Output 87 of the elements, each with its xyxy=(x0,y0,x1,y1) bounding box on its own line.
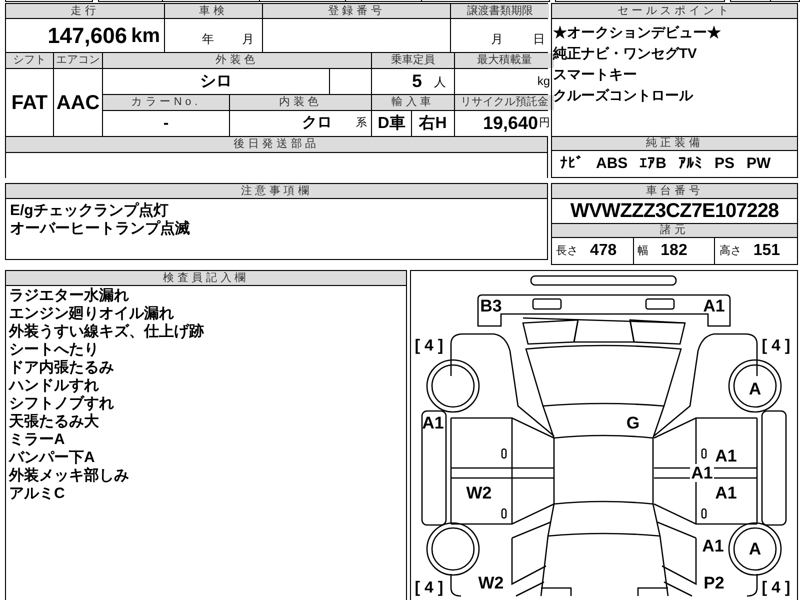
recycling-fee-value: 19,640 xyxy=(482,112,538,135)
damage-code: A xyxy=(748,380,762,398)
spec-label: 幅 xyxy=(638,244,649,259)
inspector-note: ドア内張たるみ xyxy=(9,359,115,377)
tread-depth: [ 4 ] xyxy=(414,580,444,596)
unit-label: 年 xyxy=(202,31,214,48)
note-line: オーバーヒートランプ点滅 xyxy=(10,220,191,238)
inspector-note: 外装うすい線キズ、仕上げ跡 xyxy=(9,323,205,341)
damage-code: P2 xyxy=(704,574,724,592)
color-value: シロ xyxy=(200,72,232,92)
field-label: 検査員記入欄 xyxy=(6,271,406,286)
field-label: 登録番号 xyxy=(263,4,450,18)
tread-depth: [ 4 ] xyxy=(762,338,790,354)
damage-code: A1 xyxy=(715,484,737,502)
inspector-note: 天張たるみ大 xyxy=(9,413,100,431)
equipment-item: ABS xyxy=(596,154,628,174)
damage-code: A1 xyxy=(703,296,725,316)
damage-code: A1 xyxy=(715,446,737,466)
unit-label: kg xyxy=(537,73,550,90)
field-label: 内装色 xyxy=(230,95,371,110)
inspector-note: バンパー下A xyxy=(9,449,96,467)
field-label: 諸元 xyxy=(552,224,797,238)
damage-code: W2 xyxy=(478,574,504,592)
equipment-item: PS xyxy=(714,154,735,174)
equipment-item: ｴｱB xyxy=(640,154,667,174)
damage-code: A1 xyxy=(422,414,444,432)
field-label: 輸入車 xyxy=(372,95,454,110)
import-dealer-value: D車 xyxy=(378,114,406,134)
field-label: 車台番号 xyxy=(552,184,797,199)
capacity-value: 5 xyxy=(412,70,422,93)
field-label: 外装色 xyxy=(103,53,371,68)
note-line: E/gチェックランプ点灯 xyxy=(10,202,170,220)
damage-code: A1 xyxy=(702,536,724,556)
unit-label: 月 xyxy=(242,31,254,48)
field-label: 純正装備 xyxy=(552,136,797,151)
equipment-item: PW xyxy=(746,154,771,174)
shift-value: FAT xyxy=(11,90,48,116)
unit-label: km xyxy=(131,24,160,48)
unit-label: 月 xyxy=(491,31,503,48)
spec-value: 478 xyxy=(590,241,617,261)
spec-value: 151 xyxy=(753,241,780,261)
unit-label: 日 xyxy=(533,31,545,48)
field-label: セールスポイント xyxy=(552,4,797,19)
field-label: シフト xyxy=(6,53,53,68)
unit-label: 系 xyxy=(356,116,367,132)
unit-label: 人 xyxy=(434,74,446,90)
sales-point: ★オークションデビュー★ xyxy=(553,23,722,42)
aircon-value: AAC xyxy=(56,90,100,116)
field-label: カラーNo. xyxy=(103,95,229,110)
inspector-note: ミラーA xyxy=(9,431,66,449)
inspector-note: ハンドルすれ xyxy=(9,377,100,395)
sales-point: 純正ナビ・ワンセグTV xyxy=(553,44,698,63)
spec-value: 182 xyxy=(660,241,688,261)
field-label: 最大積載量 xyxy=(455,53,554,68)
equipment-item: ﾅﾋﾞ xyxy=(560,154,584,174)
interior-color-value: クロ xyxy=(302,113,332,134)
tread-depth: [ 4 ] xyxy=(414,338,444,354)
color-number-value: - xyxy=(163,114,169,134)
damage-code: A1 xyxy=(691,464,713,482)
damage-code: B3 xyxy=(480,296,502,316)
chassis-number: WVWZZZ3CZ7E107228 xyxy=(570,199,779,224)
inspector-note: エンジン廻りオイル漏れ xyxy=(9,305,175,323)
field-label: 注意事項欄 xyxy=(6,184,547,199)
mileage-value: 147,606 xyxy=(48,22,128,50)
inspector-note: シートへたり xyxy=(9,341,100,359)
damage-code: G xyxy=(626,414,640,432)
damage-code: A xyxy=(748,540,762,558)
inspector-note: シフトノブすれ xyxy=(9,395,115,413)
equipment-item: ｱﾙﾐ xyxy=(678,154,703,174)
inspector-note: 外装メッキ部しみ xyxy=(9,467,130,485)
field-label: 走行 xyxy=(6,4,164,18)
field-label: 車検 xyxy=(165,4,262,18)
steering-value: 右H xyxy=(419,114,447,134)
tread-depth: [ 4 ] xyxy=(762,580,790,596)
spec-label: 高さ xyxy=(719,244,742,259)
sales-point: スマートキー xyxy=(553,65,638,84)
sales-point: クルーズコントロール xyxy=(553,86,694,105)
field-label: リサイクル預託金 xyxy=(455,95,554,110)
inspector-note: ラジエター水漏れ xyxy=(9,287,130,305)
field-label: エアコン xyxy=(54,53,102,68)
spec-label: 長さ xyxy=(556,244,578,259)
field-label: 譲渡書類期限 xyxy=(451,4,549,18)
inspector-note: アルミC xyxy=(9,485,66,503)
damage-code: W2 xyxy=(466,484,492,502)
field-label: 後日発送部品 xyxy=(6,137,547,152)
unit-label: 円 xyxy=(539,116,550,132)
field-label: 乗車定員 xyxy=(372,53,454,68)
